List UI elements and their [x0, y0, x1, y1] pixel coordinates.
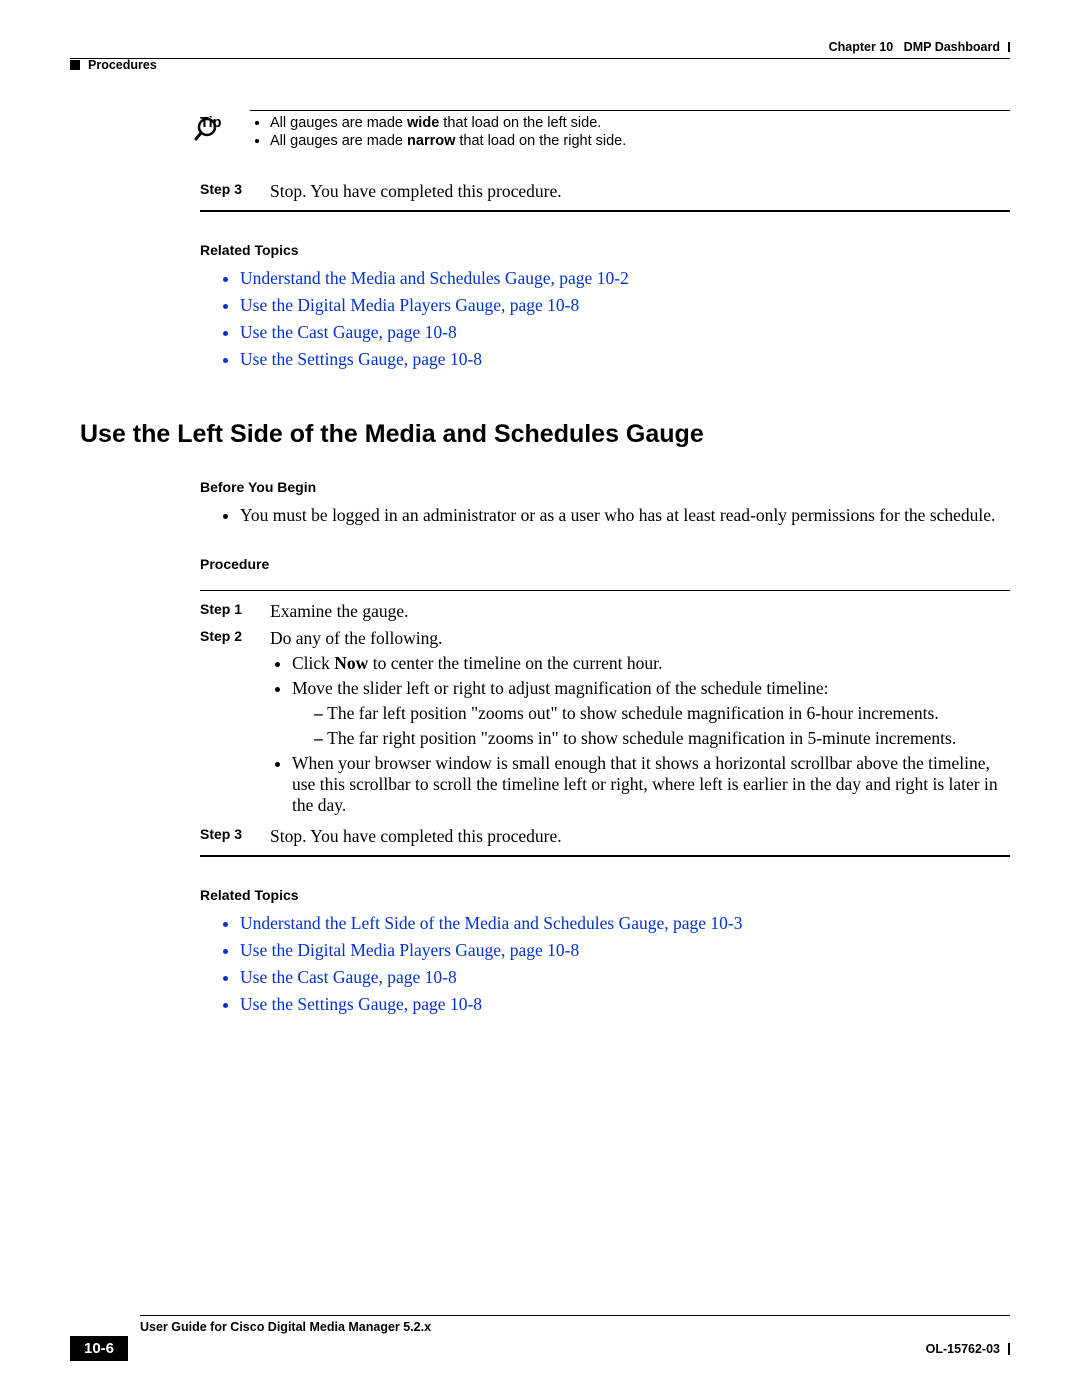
step-row: Step 1 Examine the gauge.	[200, 601, 1010, 622]
step-sub-bullets: Click Now to center the timeline on the …	[270, 653, 1010, 816]
step-body: Stop. You have completed this procedure.	[270, 181, 1010, 202]
chapter-title: DMP Dashboard	[904, 40, 1000, 54]
step-body: Do any of the following. Click Now to ce…	[270, 628, 1010, 820]
related-link[interactable]: Use the Digital Media Players Gauge, pag…	[240, 295, 1010, 316]
section-breadcrumb: Procedures	[88, 58, 157, 72]
step-row: Step 2 Do any of the following. Click No…	[200, 628, 1010, 820]
tip-block: Tip All gauges are made wide that load o…	[200, 110, 1010, 151]
step-body: Stop. You have completed this procedure.	[270, 826, 1010, 847]
tip-bullet-list: All gauges are made wide that load on th…	[250, 115, 626, 151]
step-body: Examine the gauge.	[270, 601, 1010, 622]
header-left: Procedures	[70, 58, 157, 72]
related-link[interactable]: Use the Cast Gauge, page 10-8	[240, 967, 1010, 988]
step-sub-bullet: When your browser window is small enough…	[292, 753, 1010, 816]
step-sub-dash: The far right position "zooms in" to sho…	[314, 728, 1010, 749]
step-row: Step 3 Stop. You have completed this pro…	[200, 826, 1010, 847]
related-link[interactable]: Use the Settings Gauge, page 10-8	[240, 994, 1010, 1015]
related-link[interactable]: Use the Cast Gauge, page 10-8	[240, 322, 1010, 343]
footer-doc-id: OL-15762-03	[926, 1342, 1000, 1356]
step-label: Step 1	[200, 601, 270, 622]
step-label: Step 3	[200, 181, 270, 202]
byb-bullet: You must be logged in an administrator o…	[240, 505, 1010, 526]
tip-bullet: All gauges are made wide that load on th…	[270, 115, 626, 131]
related-topics-list: Understand the Left Side of the Media an…	[200, 913, 1010, 1015]
step-sub-bullet: Click Now to center the timeline on the …	[292, 653, 1010, 674]
corner-square-icon	[70, 60, 80, 70]
chapter-number: Chapter 10	[829, 40, 894, 54]
before-you-begin-heading: Before You Begin	[200, 479, 1010, 495]
footer-bar-icon	[1008, 1343, 1010, 1355]
related-topics-heading: Related Topics	[200, 242, 1010, 258]
related-link[interactable]: Understand the Left Side of the Media an…	[240, 913, 1010, 934]
procedure-end-rule	[200, 855, 1010, 857]
page-footer: User Guide for Cisco Digital Media Manag…	[70, 1315, 1010, 1361]
procedure-heading: Procedure	[200, 556, 1010, 572]
step-label: Step 2	[200, 628, 270, 820]
before-you-begin-list: You must be logged in an administrator o…	[200, 505, 1010, 526]
page-header: Chapter 10 DMP Dashboard Procedures	[70, 40, 1010, 80]
tip-magnifier-icon	[194, 116, 224, 151]
step-row: Step 3 Stop. You have completed this pro…	[200, 181, 1010, 202]
step-sub-bullet: Move the slider left or right to adjust …	[292, 678, 1010, 749]
step-label: Step 3	[200, 826, 270, 847]
related-topics-list: Understand the Media and Schedules Gauge…	[200, 268, 1010, 370]
step-sub-dashes: The far left position "zooms out" to sho…	[292, 703, 1010, 749]
related-link[interactable]: Use the Digital Media Players Gauge, pag…	[240, 940, 1010, 961]
related-link[interactable]: Use the Settings Gauge, page 10-8	[240, 349, 1010, 370]
step-sub-dash: The far left position "zooms out" to sho…	[314, 703, 1010, 724]
related-topics-heading: Related Topics	[200, 887, 1010, 903]
page-number-badge: 10-6	[70, 1336, 128, 1361]
section-title: Use the Left Side of the Media and Sched…	[80, 420, 1010, 449]
tip-bullet: All gauges are made narrow that load on …	[270, 133, 626, 149]
procedure-end-rule	[200, 210, 1010, 212]
header-bar-icon	[1008, 42, 1010, 52]
footer-guide-title: User Guide for Cisco Digital Media Manag…	[140, 1316, 1010, 1334]
related-link[interactable]: Understand the Media and Schedules Gauge…	[240, 268, 1010, 289]
header-right: Chapter 10 DMP Dashboard	[829, 40, 1010, 54]
